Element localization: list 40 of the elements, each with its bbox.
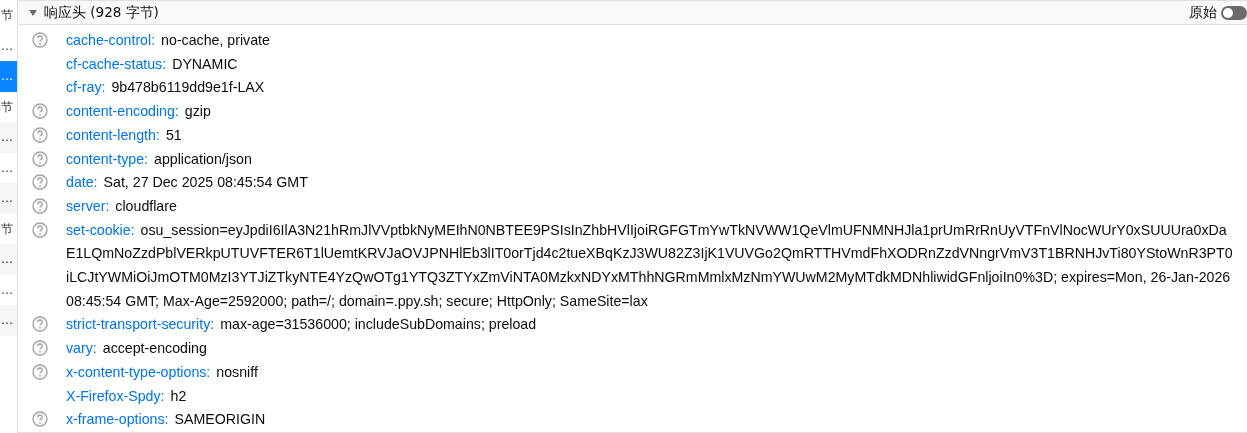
header-entry: server: cloudflare: [66, 196, 178, 216]
request-row[interactable]: 节: [0, 91, 17, 122]
header-entry: date: Sat, 27 Dec 2025 08:45:54 GMT: [66, 173, 309, 193]
request-row[interactable]: …: [0, 274, 17, 305]
request-row[interactable]: …: [0, 152, 17, 183]
help-icon[interactable]: [32, 32, 48, 49]
header-entry: x-content-type-options: nosniff: [66, 362, 259, 382]
section-title: 响应头 (928 字节): [44, 3, 159, 22]
request-row[interactable]: …: [0, 30, 17, 61]
help-icon[interactable]: [32, 174, 48, 191]
help-icon[interactable]: [32, 411, 48, 428]
section-header[interactable]: 响应头 (928 字节) 原始: [18, 0, 1247, 26]
header-entry: content-length: 51: [66, 125, 183, 145]
header-entry: strict-transport-security: max-age=31536000; includeSubDomains; preload: [66, 315, 538, 335]
help-icon[interactable]: [32, 103, 48, 120]
help-icon[interactable]: [32, 340, 48, 357]
request-row[interactable]: …: [0, 122, 17, 153]
header-entry: cache-control: no-cache, private: [66, 31, 271, 51]
header-entry: cf-ray: 9b478b6119dd9e1f-LAX: [66, 78, 266, 98]
request-row[interactable]: …: [0, 244, 17, 275]
raw-label: 原始: [1189, 3, 1217, 22]
help-icon[interactable]: [32, 363, 48, 380]
request-row[interactable]: 节: [0, 213, 17, 244]
header-entry: content-type: application/json: [66, 149, 253, 169]
header-entry: content-encoding: gzip: [66, 102, 212, 122]
header-entry: X-Firefox-Spdy: h2: [66, 386, 188, 406]
request-row[interactable]: …: [0, 305, 17, 336]
raw-toggle[interactable]: [1221, 5, 1247, 20]
request-row[interactable]: …: [0, 61, 17, 92]
help-icon[interactable]: [32, 126, 48, 143]
header-entry: x-frame-options: SAMEORIGIN: [66, 410, 267, 430]
help-icon[interactable]: [32, 221, 48, 238]
header-entry: cf-cache-status: DYNAMIC: [66, 54, 239, 74]
request-row[interactable]: …: [0, 183, 17, 214]
help-icon[interactable]: [32, 150, 48, 167]
help-icon[interactable]: [32, 197, 48, 214]
help-icon[interactable]: [32, 316, 48, 333]
request-row[interactable]: 节: [0, 0, 17, 31]
collapse-triangle-icon[interactable]: [28, 7, 38, 18]
header-entry: vary: accept-encoding: [66, 339, 208, 359]
